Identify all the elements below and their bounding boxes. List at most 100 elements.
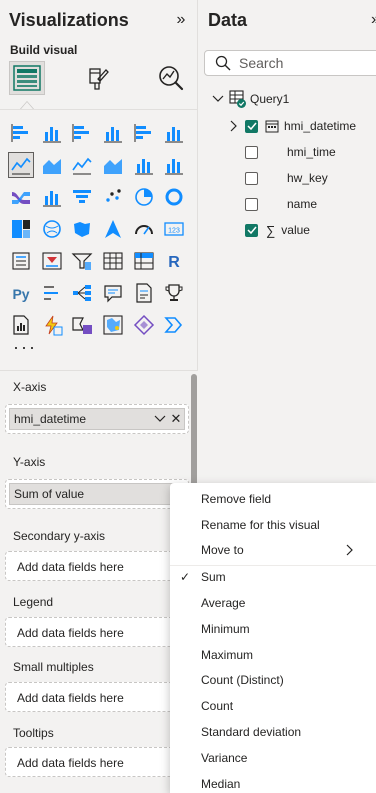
donut-chart-icon[interactable]	[161, 184, 187, 210]
more-visuals-button[interactable]: ···	[13, 337, 37, 358]
pie-chart-icon[interactable]	[131, 184, 157, 210]
slicer-icon[interactable]	[69, 248, 95, 274]
build-visual-label: Build visual	[10, 43, 78, 57]
analytics-tab[interactable]	[153, 61, 189, 95]
funnel-chart-icon[interactable]	[69, 184, 95, 210]
menu-item-remove-field[interactable]: Remove field	[170, 486, 376, 512]
python-visual-icon[interactable]: Py	[8, 280, 34, 306]
small-multiples-well[interactable]: Add data fields here	[5, 682, 189, 712]
menu-item-variance[interactable]: Variance	[170, 745, 376, 771]
field-row-hmi-datetime[interactable]: hmi_datetime	[229, 116, 356, 136]
menu-item-label: Maximum	[201, 648, 254, 662]
card-icon[interactable]: 123	[161, 216, 187, 242]
chevron-right-icon[interactable]	[229, 120, 237, 132]
goals-trophy-icon[interactable]	[161, 280, 187, 306]
field-checkbox[interactable]	[245, 145, 258, 159]
qa-visual-icon[interactable]	[100, 280, 126, 306]
y-axis-well[interactable]: Sum of value	[5, 479, 189, 509]
menu-item-count[interactable]: Count	[170, 693, 376, 719]
chevron-down-icon[interactable]	[212, 94, 224, 104]
legend-well[interactable]: Add data fields here	[5, 617, 189, 647]
power-apps-icon[interactable]	[69, 312, 95, 338]
100-stacked-bar-chart-icon[interactable]	[131, 120, 157, 146]
line-and-stacked-column-icon[interactable]	[131, 152, 157, 178]
field-row-value[interactable]: ∑ value	[245, 220, 310, 240]
menu-item-rename[interactable]: Rename for this visual	[170, 512, 376, 538]
clustered-bar-chart-icon[interactable]	[69, 120, 95, 146]
100-stacked-area-chart-icon[interactable]	[100, 152, 126, 178]
format-visual-tab[interactable]	[81, 61, 117, 95]
fields-grid-icon	[13, 65, 41, 91]
smart-narrative-icon[interactable]	[131, 280, 157, 306]
matrix-icon[interactable]	[131, 248, 157, 274]
azure-map-icon[interactable]	[100, 216, 126, 242]
fields-scrollbar[interactable]	[191, 374, 197, 494]
field-checkbox[interactable]	[245, 197, 258, 211]
field-row-hmi-time[interactable]: hmi_time	[245, 142, 336, 162]
field-checkbox[interactable]	[245, 171, 258, 185]
menu-item-maximum[interactable]: Maximum	[170, 642, 376, 668]
diamond-visual-icon[interactable]	[131, 312, 157, 338]
paginated-report-icon[interactable]	[8, 312, 34, 338]
svg-text:123: 123	[169, 228, 181, 235]
tooltips-well[interactable]: Add data fields here	[5, 747, 189, 777]
power-automate-icon[interactable]	[39, 312, 65, 338]
stacked-column-chart-icon[interactable]	[39, 120, 65, 146]
menu-item-median[interactable]: Median	[170, 771, 376, 793]
scatter-chart-icon[interactable]	[100, 184, 126, 210]
y-axis-label: Y-axis	[13, 455, 46, 469]
active-tab-indicator	[20, 101, 34, 109]
menu-item-move-to[interactable]: Move to	[170, 537, 376, 563]
menu-item-minimum[interactable]: Minimum	[170, 616, 376, 642]
legend-label: Legend	[13, 595, 54, 609]
field-row-name[interactable]: name	[245, 194, 317, 214]
field-checkbox[interactable]	[245, 119, 258, 133]
collapse-visualizations-button[interactable]: »	[172, 11, 190, 29]
ribbon-chart-icon[interactable]	[8, 184, 34, 210]
x-axis-well[interactable]: hmi_datetime ✕	[5, 404, 189, 434]
shape-map-icon[interactable]	[100, 312, 126, 338]
menu-item-label: Average	[201, 596, 246, 610]
menu-item-label: Minimum	[201, 622, 250, 636]
treemap-icon[interactable]	[8, 216, 34, 242]
multi-row-card-icon[interactable]	[8, 248, 34, 274]
field-name: hmi_datetime	[284, 119, 357, 133]
field-context-menu: Remove field Rename for this visual Move…	[170, 483, 376, 793]
r-script-visual-icon[interactable]: R	[161, 248, 187, 274]
line-chart-icon[interactable]	[8, 152, 34, 178]
chevron-visual-icon[interactable]	[161, 312, 187, 338]
table-icon[interactable]	[100, 248, 126, 274]
100-stacked-column-chart-icon[interactable]	[161, 120, 187, 146]
small-multiples-label: Small multiples	[13, 660, 94, 674]
filled-map-icon[interactable]	[69, 216, 95, 242]
stacked-area-chart-icon[interactable]	[69, 152, 95, 178]
line-and-clustered-column-icon[interactable]	[161, 152, 187, 178]
table-node-query1[interactable]: Query1	[212, 89, 289, 109]
field-checkbox[interactable]	[245, 223, 258, 237]
search-input[interactable]: Search	[204, 50, 376, 76]
menu-item-label: Count	[201, 699, 234, 713]
chevron-down-icon[interactable]	[152, 415, 168, 423]
field-row-hw-key[interactable]: hw_key	[245, 168, 328, 188]
clustered-column-chart-icon[interactable]	[100, 120, 126, 146]
y-axis-field-chip[interactable]: Sum of value	[9, 483, 185, 505]
table-icon	[229, 90, 246, 108]
area-chart-icon[interactable]	[39, 152, 65, 178]
kpi-icon[interactable]	[39, 248, 65, 274]
stacked-bar-chart-icon[interactable]	[8, 120, 34, 146]
collapse-data-button[interactable]: »	[371, 11, 376, 29]
waterfall-chart-icon[interactable]	[39, 184, 65, 210]
menu-item-average[interactable]: Average	[170, 590, 376, 616]
menu-item-standard-deviation[interactable]: Standard deviation	[170, 719, 376, 745]
remove-field-icon[interactable]: ✕	[168, 411, 184, 427]
secondary-y-axis-well[interactable]: Add data fields here	[5, 551, 189, 581]
map-icon[interactable]	[39, 216, 65, 242]
decomposition-tree-icon[interactable]	[69, 280, 95, 306]
gauge-icon[interactable]	[131, 216, 157, 242]
key-influencers-icon[interactable]	[39, 280, 65, 306]
menu-item-count-distinct[interactable]: Count (Distinct)	[170, 667, 376, 693]
x-axis-field-chip[interactable]: hmi_datetime ✕	[9, 408, 185, 430]
visualizations-title: Visualizations	[9, 10, 129, 30]
build-visual-tab[interactable]	[9, 61, 45, 95]
menu-item-sum[interactable]: ✓ Sum	[170, 564, 376, 590]
